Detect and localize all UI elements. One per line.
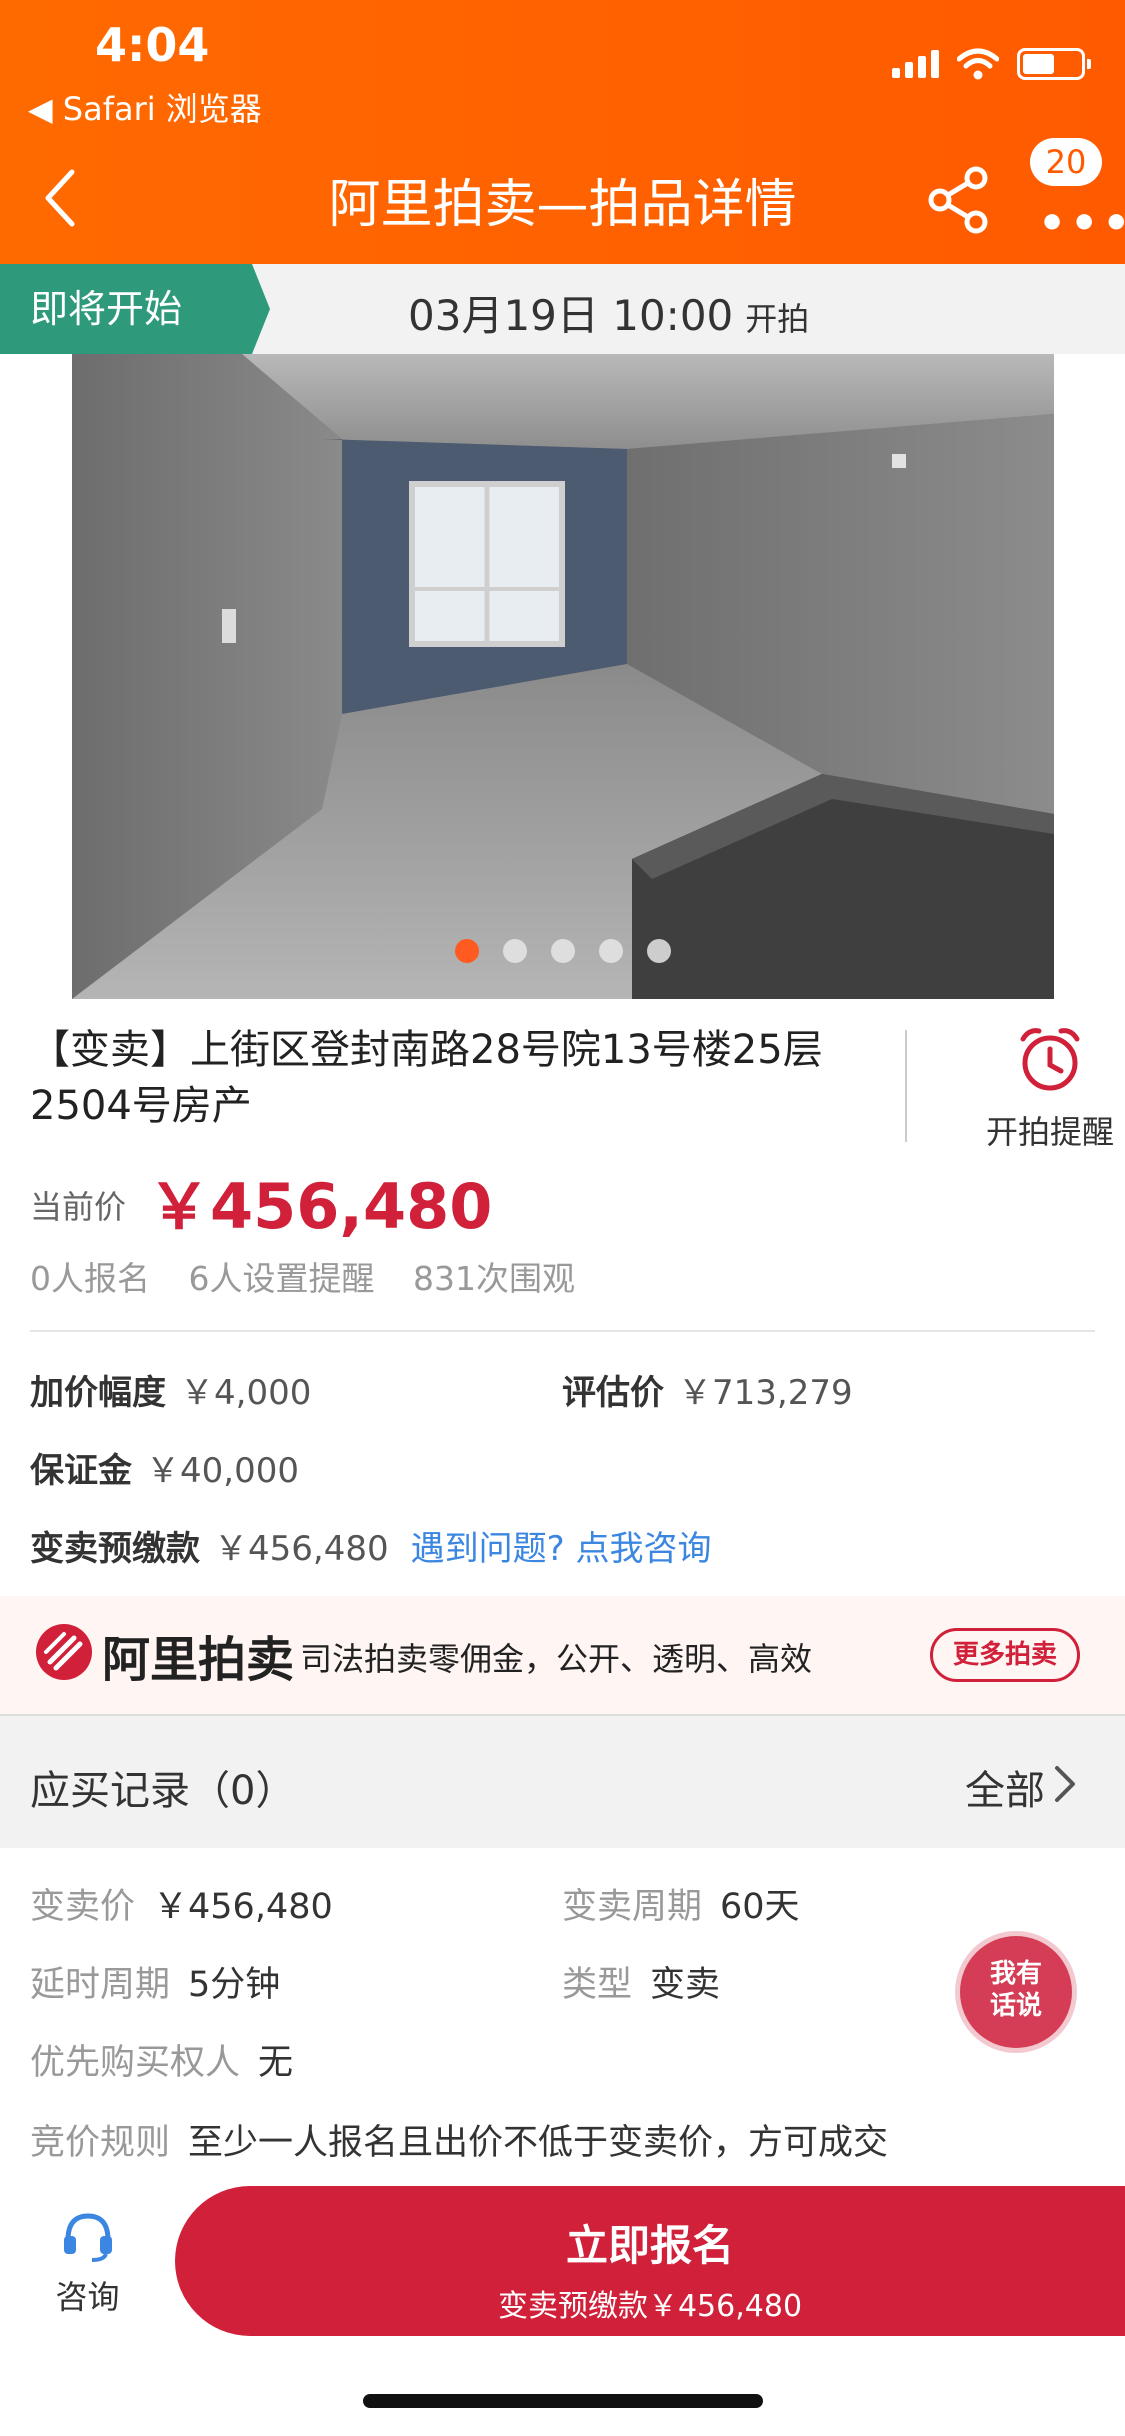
chat-line-1: 我有 bbox=[989, 1959, 1042, 1989]
status-time: 4:04 bbox=[95, 18, 210, 72]
increment-label: 加价幅度 bbox=[30, 1373, 166, 1413]
current-price-label: 当前价 bbox=[30, 1188, 127, 1226]
property-title: 【变卖】上街区登封南路28号院13号楼25层2504号房产 bbox=[30, 1027, 823, 1129]
headset-icon bbox=[63, 2213, 112, 2262]
delay-row: 延时周期 5分钟 bbox=[30, 1956, 280, 2007]
reminder-label: 开拍提醒 bbox=[985, 1113, 1114, 1151]
help-consult-link[interactable]: 遇到问题? 点我咨询 bbox=[411, 1529, 712, 1569]
auction-stats: 0人报名 6人设置提醒 831次围观 bbox=[30, 1252, 603, 1300]
signup-main-label: 立即报名 bbox=[565, 2221, 734, 2270]
ali-auction-logo-icon bbox=[36, 1624, 92, 1680]
gallery-dot-2[interactable] bbox=[503, 939, 527, 963]
start-suffix: 开拍 bbox=[745, 300, 810, 338]
alarm-clock-icon bbox=[1020, 1028, 1080, 1091]
gallery-pagination[interactable] bbox=[72, 939, 1054, 963]
consult-label: 咨询 bbox=[55, 2278, 120, 2316]
message-count-badge: 20 bbox=[1030, 138, 1102, 186]
signup-now-button[interactable]: 立即报名 变卖预缴款￥456,480 bbox=[175, 2186, 1125, 2336]
increment-value: ￥4,000 bbox=[180, 1373, 312, 1413]
type-label: 类型 bbox=[562, 1965, 633, 2005]
status-tag: 即将开始 bbox=[0, 264, 270, 354]
appraisal-row: 评估价 ￥713,279 bbox=[562, 1365, 853, 1414]
gallery-dot-5[interactable] bbox=[647, 939, 671, 963]
deposit-label: 保证金 bbox=[30, 1451, 132, 1491]
sale-price-value: ￥456,480 bbox=[153, 1887, 333, 1927]
prepay-value: ￥456,480 bbox=[214, 1529, 389, 1569]
bid-records-header[interactable]: 应买记录（0） 全部 bbox=[0, 1714, 1125, 1848]
back-to-safari-link[interactable]: ◀ Safari 浏览器 bbox=[28, 84, 262, 130]
sale-price-row: 变卖价 ￥456,480 bbox=[30, 1878, 333, 1929]
appraisal-value: ￥713,279 bbox=[678, 1373, 853, 1413]
delay-value: 5分钟 bbox=[188, 1965, 281, 2005]
view-all-link[interactable]: 全部 bbox=[965, 1758, 1045, 1816]
priority-row: 优先购买权人无 bbox=[30, 2034, 293, 2085]
cellular-signal-icon bbox=[892, 50, 939, 78]
promo-slogan: 司法拍卖零佣金，公开、透明、高效 bbox=[300, 1640, 813, 1678]
more-dots-icon: ••• bbox=[1038, 198, 1125, 249]
start-time: 03月19日 10:00 开拍 bbox=[408, 282, 809, 343]
view-count: 831次围观 bbox=[413, 1259, 575, 1298]
deposit-value: ￥40,000 bbox=[146, 1451, 299, 1491]
chevron-right-icon bbox=[1055, 1766, 1075, 1802]
consult-button[interactable]: 咨询 bbox=[40, 2208, 135, 2318]
gallery-dot-4[interactable] bbox=[599, 939, 623, 963]
type-value: 变卖 bbox=[650, 1965, 721, 2005]
share-icon[interactable] bbox=[924, 160, 994, 240]
sale-period-label: 变卖周期 bbox=[562, 1887, 703, 1927]
priority-label: 优先购买权人 bbox=[30, 2043, 241, 2083]
priority-value: 无 bbox=[258, 2043, 294, 2083]
chat-line-2: 话说 bbox=[989, 1991, 1042, 2021]
reminder-count: 6人设置提醒 bbox=[188, 1259, 375, 1298]
sale-price-label: 变卖价 bbox=[30, 1887, 136, 1927]
feedback-chat-button[interactable]: 我有 话说 bbox=[960, 1936, 1072, 2048]
home-indicator[interactable] bbox=[363, 2394, 763, 2408]
start-date-time: 03月19日 10:00 bbox=[408, 291, 734, 340]
signup-sub-label: 变卖预缴款￥456,480 bbox=[497, 2289, 803, 2324]
status-icons bbox=[892, 48, 1091, 80]
promo-brand: 阿里拍卖 bbox=[102, 1632, 295, 1688]
wifi-icon bbox=[957, 48, 999, 80]
title-divider bbox=[905, 1030, 907, 1142]
bid-records-title: 应买记录（0） bbox=[30, 1768, 296, 1814]
section-divider bbox=[30, 1330, 1095, 1332]
bidding-rule-row: 竞价规则 至少一人报名且出价不低于变卖价，方可成交 bbox=[30, 2114, 888, 2165]
property-photo-gallery[interactable] bbox=[72, 354, 1054, 999]
current-price: ￥456,480 bbox=[148, 1170, 493, 1243]
more-auctions-button[interactable]: 更多拍卖 bbox=[930, 1628, 1080, 1682]
delay-label: 延时周期 bbox=[30, 1965, 171, 2005]
top-header: 4:04 ◀ Safari 浏览器 阿里拍卖—拍品详情 20 ••• bbox=[0, 0, 1125, 264]
increment-row: 加价幅度 ￥4,000 bbox=[30, 1365, 311, 1414]
signup-count: 0人报名 bbox=[30, 1259, 150, 1298]
property-room-photo bbox=[72, 354, 1054, 999]
gallery-dot-3[interactable] bbox=[551, 939, 575, 963]
deposit-row: 保证金 ￥40,000 bbox=[30, 1443, 299, 1492]
ali-auction-promo: 阿里拍卖 司法拍卖零佣金，公开、透明、高效 更多拍卖 bbox=[0, 1596, 1125, 1714]
start-reminder-button[interactable]: 开拍提醒 bbox=[975, 1025, 1125, 1153]
prepay-label: 变卖预缴款 bbox=[30, 1529, 200, 1569]
more-menu-button[interactable]: 20 ••• bbox=[1030, 138, 1125, 249]
type-row: 类型 变卖 bbox=[562, 1956, 720, 2007]
auction-status-bar: 即将开始 03月19日 10:00 开拍 bbox=[0, 264, 1125, 354]
bidding-rule-value: 至少一人报名且出价不低于变卖价，方可成交 bbox=[188, 2123, 889, 2163]
sale-period-row: 变卖周期 60天 bbox=[562, 1878, 800, 1929]
sale-period-value: 60天 bbox=[720, 1887, 800, 1927]
battery-icon bbox=[1017, 48, 1091, 80]
appraisal-label: 评估价 bbox=[562, 1373, 664, 1413]
gallery-dot-1[interactable] bbox=[455, 939, 479, 963]
prepay-row: 变卖预缴款 ￥456,480 遇到问题? 点我咨询 bbox=[30, 1521, 711, 1570]
bidding-rule-label: 竞价规则 bbox=[30, 2123, 171, 2163]
